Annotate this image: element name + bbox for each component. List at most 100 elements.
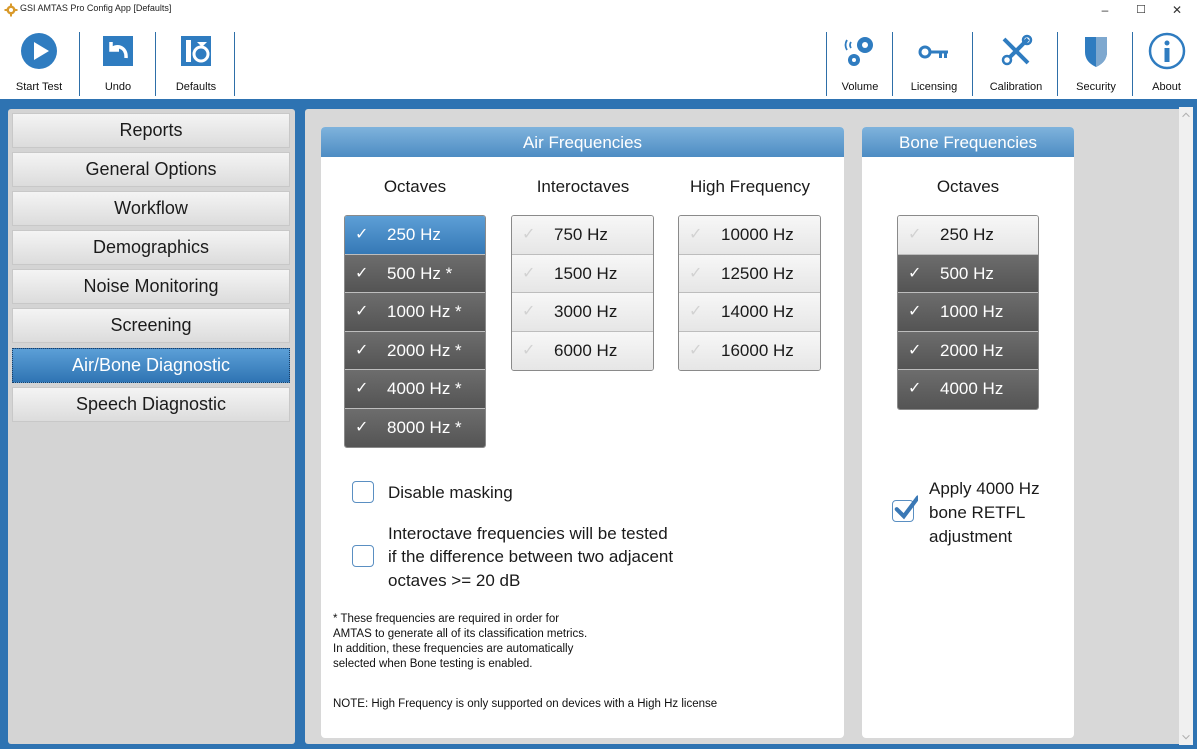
air-high-frequency-item[interactable]: ✓ 10000 Hz [679, 216, 820, 255]
air-frequencies-card: Air Frequencies Octaves Interoctaves Hig… [321, 127, 844, 738]
air-interoctave-item-label: 3000 Hz [554, 302, 618, 321]
air-octave-item-label: 250 Hz [387, 225, 441, 244]
required-frequencies-note-line-2: AMTAS to generate all of its classificat… [333, 628, 588, 640]
bone-octave-item-label: 500 Hz [940, 263, 994, 283]
nav-item-general-options[interactable]: General Options [12, 152, 290, 187]
toolbar-separator [826, 32, 827, 96]
toolbar-separator [79, 32, 80, 96]
air-high-frequency-item[interactable]: ✓ 14000 Hz [679, 293, 820, 332]
calibration-label: Calibration [989, 81, 1043, 93]
air-octave-item[interactable]: ✓ 500 Hz * [345, 254, 485, 293]
air-octave-item[interactable]: ✓ 250 Hz [345, 216, 485, 255]
nav-item-speech-diagnostic[interactable]: Speech Diagnostic [12, 387, 290, 422]
about-button[interactable]: About [1136, 20, 1197, 99]
nav-item-reports[interactable]: Reports [12, 113, 290, 148]
vertical-scrollbar[interactable] [1179, 107, 1193, 745]
interoctave-rule-line-1: Interoctave frequencies will be tested [388, 524, 668, 543]
toolbar: Start Test Undo Defaults Volume Licensin… [0, 20, 1197, 99]
checkmark-icon: ✓ [689, 264, 703, 282]
shield-icon [1085, 37, 1107, 67]
bone-frequencies-header: Bone Frequencies [862, 127, 1074, 157]
defaults-label: Defaults [175, 81, 217, 93]
air-octave-item[interactable]: ✓ 2000 Hz * [345, 331, 485, 370]
security-label: Security [1076, 81, 1116, 93]
bone-octave-item[interactable]: ✓ 500 Hz [898, 254, 1038, 293]
title-bar: GSI AMTAS Pro Config App [Defaults] – ☐ … [0, 0, 1197, 20]
checkmark-icon: ✓ [355, 380, 369, 397]
air-octave-item-label: 1000 Hz * [387, 302, 462, 321]
nav-item-workflow[interactable]: Workflow [12, 191, 290, 226]
window-title: GSI AMTAS Pro Config App [Defaults] [20, 3, 172, 13]
toolbar-separator [972, 32, 973, 96]
checkmark-icon [894, 495, 918, 520]
maximize-button[interactable]: ☐ [1123, 0, 1159, 20]
checkmark-icon: ✓ [355, 303, 369, 320]
volume-button[interactable]: Volume [830, 20, 890, 99]
gear-app-icon [4, 3, 18, 17]
start-test-button[interactable]: Start Test [0, 20, 78, 99]
close-button[interactable]: ✕ [1159, 0, 1195, 20]
air-interoctave-item[interactable]: ✓ 1500 Hz [512, 254, 653, 293]
checkmark-icon: ✓ [689, 303, 703, 320]
checkmark-icon: ✓ [908, 264, 922, 282]
air-high-frequency-item[interactable]: ✓ 16000 Hz [679, 331, 820, 370]
undo-button[interactable]: Undo [82, 20, 154, 99]
undo-icon [103, 36, 133, 66]
play-icon [21, 33, 57, 69]
air-octave-item-label: 4000 Hz * [387, 379, 462, 398]
retfl-label-line-1: Apply 4000 Hz [929, 479, 1040, 498]
retfl-adjustment-checkbox[interactable] [892, 495, 918, 522]
bone-octaves-heading: Octaves [936, 177, 1000, 196]
disable-masking-label: Disable masking [388, 483, 513, 502]
checkmark-icon: ✓ [355, 341, 369, 359]
air-interoctave-item-label: 6000 Hz [554, 340, 618, 360]
nav-item-noise-monitoring[interactable]: Noise Monitoring [12, 269, 290, 304]
interoctave-rule-checkbox[interactable] [352, 545, 374, 567]
scroll-down-arrow-icon [1182, 734, 1190, 740]
nav-item-screening[interactable]: Screening [12, 308, 290, 343]
air-octave-item-label: 8000 Hz * [387, 417, 462, 437]
air-interoctave-item-label: 750 Hz [554, 225, 608, 244]
bone-octave-item[interactable]: ✓ 4000 Hz [898, 370, 1038, 409]
nav-item-air-bone-diagnostic[interactable]: Air/Bone Diagnostic [12, 348, 290, 383]
calibration-button[interactable]: Calibration [976, 20, 1056, 99]
retfl-label-line-3: adjustment [929, 527, 1013, 546]
start-test-label: Start Test [15, 81, 63, 93]
air-octave-item[interactable]: ✓ 4000 Hz * [345, 370, 485, 409]
air-frequencies-header: Air Frequencies [321, 127, 844, 157]
bone-octave-item[interactable]: ✓ 1000 Hz [898, 293, 1038, 332]
air-interoctave-item[interactable]: ✓ 3000 Hz [512, 293, 653, 332]
air-interoctave-item[interactable]: ✓ 6000 Hz [512, 331, 653, 370]
bone-octave-item[interactable]: ✓ 250 Hz [898, 216, 1038, 255]
licensing-label: Licensing [910, 81, 958, 93]
air-octaves-list: ✓ 250 Hz ✓ 500 Hz * ✓ 1000 Hz * ✓ 2000 Hz * ✓ 400… [344, 215, 486, 448]
minimize-button[interactable]: – [1087, 0, 1123, 20]
required-frequencies-note-line-3: In addition, these frequencies are autom… [333, 643, 574, 655]
nav-item-demographics[interactable]: Demographics [12, 230, 290, 265]
air-high-frequency-item-label: 10000 Hz [721, 225, 794, 244]
checkmark-icon: ✓ [908, 226, 922, 243]
air-octave-item[interactable]: ✓ 8000 Hz * [345, 408, 485, 447]
air-high-frequency-item-label: 14000 Hz [721, 302, 794, 321]
disable-masking-checkbox[interactable] [352, 481, 374, 503]
defaults-icon [181, 36, 211, 66]
checkmark-icon: ✓ [522, 226, 536, 243]
air-interoctaves-list: ✓ 750 Hz ✓ 1500 Hz ✓ 3000 Hz ✓ 6000 Hz [511, 215, 654, 371]
air-octave-item[interactable]: ✓ 1000 Hz * [345, 293, 485, 332]
checkmark-icon: ✓ [522, 303, 536, 320]
checkmark-icon: ✓ [522, 264, 536, 282]
bone-octave-item[interactable]: ✓ 2000 Hz [898, 331, 1038, 370]
bone-octave-item-label: 4000 Hz [940, 379, 1004, 398]
key-icon [918, 45, 948, 59]
air-high-frequency-list: ✓ 10000 Hz ✓ 12500 Hz ✓ 14000 Hz ✓ 16000 Hz [678, 215, 821, 371]
security-button[interactable]: Security [1061, 20, 1131, 99]
air-high-frequency-item-label: 16000 Hz [721, 340, 794, 360]
defaults-button[interactable]: Defaults [158, 20, 234, 99]
interoctave-rule-line-2: if the difference between two adjacent [388, 547, 674, 566]
air-high-frequency-item[interactable]: ✓ 12500 Hz [679, 254, 820, 293]
licensing-button[interactable]: Licensing [896, 20, 972, 99]
toolbar-separator [892, 32, 893, 96]
air-interoctave-item[interactable]: ✓ 750 Hz [512, 216, 653, 255]
toolbar-separator [234, 32, 235, 96]
air-octave-item-label: 500 Hz * [387, 263, 453, 283]
